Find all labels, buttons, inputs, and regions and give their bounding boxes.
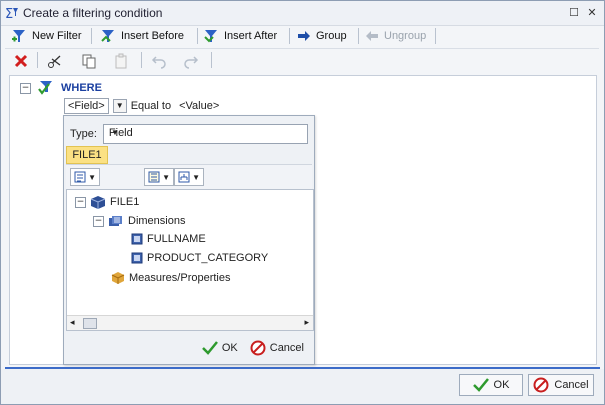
hierarchy-icon	[178, 171, 190, 183]
toolbar-separator	[37, 52, 38, 68]
arrow-left-icon	[366, 31, 378, 41]
tree-node-fullname[interactable]: FULLNAME	[131, 233, 206, 245]
scroll-thumb[interactable]	[83, 318, 97, 329]
popup-actions: OK Cancel	[201, 340, 304, 356]
cancel-icon	[533, 377, 549, 393]
tree-node-file1[interactable]: − FILE1	[75, 195, 139, 209]
popup-ok-button[interactable]: OK	[201, 341, 238, 355]
insert-before-button[interactable]: Insert Before	[100, 27, 184, 45]
insert-before-label: Insert Before	[121, 30, 184, 42]
title-bar: Σ Create a filtering condition ☐ ✕	[1, 1, 604, 26]
hierarchy-view-button[interactable]: ▼	[174, 168, 204, 186]
dimensions-icon	[109, 216, 122, 226]
scroll-left-icon[interactable]: ◂	[70, 317, 75, 328]
condition-row: <Field> ▼ Equal to <Value>	[64, 98, 219, 114]
redo-icon[interactable]	[183, 53, 199, 69]
main-toolbar: New Filter Insert Before Insert After Gr…	[5, 25, 599, 47]
collapse-toggle[interactable]: −	[93, 215, 104, 227]
popup-cancel-button[interactable]: Cancel	[250, 340, 304, 356]
tree-view-button[interactable]: ▼	[70, 168, 100, 186]
field-icon	[131, 252, 143, 264]
close-icon[interactable]: ✕	[586, 7, 598, 19]
group-button[interactable]: Group	[297, 27, 347, 45]
scroll-right-icon[interactable]: ▸	[304, 317, 309, 328]
svg-text:Σ: Σ	[5, 7, 13, 20]
list-view-icon	[148, 171, 160, 183]
insert-after-button[interactable]: Insert After	[203, 27, 277, 45]
type-select[interactable]: Field ▼	[102, 124, 308, 144]
horizontal-scrollbar[interactable]: ◂ ▸	[67, 315, 313, 330]
field-tree: − FILE1 − Dimensions FULLNAME PRODUCT_CA…	[66, 189, 314, 331]
popup-ok-label: OK	[221, 342, 238, 354]
delete-icon[interactable]	[13, 53, 29, 69]
tree-label-fullname: FULLNAME	[147, 233, 206, 245]
popup-cancel-label: Cancel	[269, 342, 304, 354]
dialog-footer: OK Cancel	[1, 369, 604, 404]
checkmark-icon	[472, 378, 489, 392]
arrow-right-icon	[298, 31, 310, 41]
cancel-button[interactable]: Cancel	[528, 374, 594, 396]
toolbar-separator	[358, 28, 359, 44]
tree-label-file1: FILE1	[110, 196, 140, 208]
paste-icon[interactable]	[113, 53, 129, 69]
toolbar-separator	[91, 28, 92, 44]
tree-node-product-category[interactable]: PRODUCT_CATEGORY	[131, 252, 268, 264]
ungroup-label: Ungroup	[384, 30, 427, 42]
cancel-label: Cancel	[554, 379, 589, 391]
insert-before-icon	[101, 30, 114, 42]
copy-icon[interactable]	[81, 53, 97, 69]
type-row: Type: Field ▼	[70, 124, 308, 144]
field-icon	[131, 233, 143, 245]
collapse-toggle[interactable]: −	[20, 82, 31, 94]
toolbar-separator	[197, 28, 198, 44]
ok-button[interactable]: OK	[459, 374, 523, 396]
type-label: Type:	[70, 128, 97, 140]
collapse-toggle[interactable]: −	[75, 196, 86, 208]
toolbar-separator	[435, 28, 436, 44]
maximize-icon[interactable]: ☐	[568, 7, 580, 19]
tree-node-measures[interactable]: Measures/Properties	[111, 271, 231, 285]
group-label: Group	[316, 30, 347, 42]
cancel-icon	[250, 340, 266, 356]
tree-node-dimensions[interactable]: − Dimensions	[93, 214, 185, 228]
chevron-down-icon: ▼	[192, 172, 200, 182]
insert-after-icon	[204, 30, 217, 43]
cube-icon	[90, 196, 106, 209]
ok-label: OK	[493, 379, 510, 391]
new-filter-icon	[12, 30, 25, 42]
insert-after-label: Insert After	[224, 30, 278, 42]
toolbar-separator	[211, 52, 212, 68]
where-filter-icon	[38, 81, 52, 95]
new-filter-label: New Filter	[32, 30, 82, 42]
tree-view-icon	[74, 171, 86, 183]
edit-toolbar	[5, 48, 599, 73]
window-title: Create a filtering condition	[23, 6, 163, 20]
operator-label[interactable]: Equal to	[131, 100, 171, 112]
tree-label-dimensions: Dimensions	[128, 215, 186, 227]
value-placeholder[interactable]: <Value>	[179, 100, 219, 112]
chevron-down-icon[interactable]: ▼	[109, 127, 121, 139]
ungroup-button[interactable]: Ungroup	[365, 27, 426, 45]
toolbar-separator	[289, 28, 290, 44]
where-node[interactable]: − WHERE	[20, 80, 102, 96]
filter-sigma-icon: Σ	[5, 7, 18, 20]
new-filter-button[interactable]: New Filter	[11, 27, 82, 45]
list-view-button[interactable]: ▼	[144, 168, 174, 186]
measures-icon	[111, 272, 125, 284]
tab-file1[interactable]: FILE1	[66, 146, 108, 164]
checkmark-icon	[201, 341, 218, 355]
cut-icon[interactable]	[47, 53, 63, 69]
where-label: WHERE	[61, 82, 102, 94]
chevron-down-icon: ▼	[162, 172, 170, 182]
field-selector[interactable]: <Field>	[64, 98, 109, 114]
field-dropdown-icon[interactable]: ▼	[112, 99, 127, 113]
tree-toolbar: ▼ ▼ ▼	[66, 164, 312, 190]
tree-label-measures: Measures/Properties	[129, 272, 231, 284]
tree-label-product-category: PRODUCT_CATEGORY	[147, 252, 269, 264]
field-picker-popup: Type: Field ▼ FILE1 ▼ ▼ ▼ − FILE1 − Dime…	[63, 115, 315, 365]
undo-icon[interactable]	[151, 53, 167, 69]
chevron-down-icon: ▼	[88, 172, 96, 182]
toolbar-separator	[141, 52, 142, 68]
dialog-window: Σ Create a filtering condition ☐ ✕ New F…	[0, 0, 605, 405]
